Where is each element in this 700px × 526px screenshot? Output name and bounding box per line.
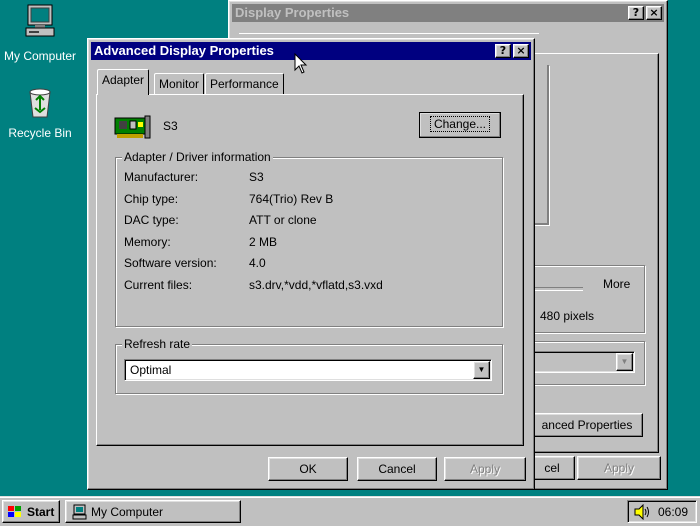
- resolution-slider-track[interactable]: [531, 287, 583, 291]
- close-button[interactable]: ×: [646, 6, 662, 20]
- my-computer-icon: [72, 504, 87, 520]
- adapter-name: S3: [163, 119, 178, 133]
- close-button[interactable]: ×: [513, 44, 529, 58]
- apply-button-bg[interactable]: Apply: [577, 456, 661, 480]
- help-button[interactable]: ?: [495, 44, 511, 58]
- resolution-text: 480 pixels: [540, 309, 595, 323]
- advanced-properties-button[interactable]: anced Properties: [531, 413, 643, 437]
- speaker-icon[interactable]: [633, 504, 651, 520]
- tab-adapter[interactable]: Adapter: [97, 69, 150, 95]
- adapter-card-icon: [114, 115, 151, 139]
- refresh-rate-group: Refresh rate Optimal ▼: [115, 337, 503, 394]
- clock[interactable]: 06:09: [658, 505, 688, 519]
- apply-button[interactable]: Apply: [444, 457, 526, 481]
- ok-button[interactable]: OK: [268, 457, 348, 481]
- driver-info-group: Adapter / Driver information Manufacture…: [115, 150, 503, 327]
- desktop-icon-my-computer[interactable]: My Computer: [0, 3, 80, 63]
- color-select[interactable]: ▼: [531, 351, 635, 373]
- cancel-button-bg[interactable]: cel: [529, 456, 575, 480]
- desktop-icon-label: Recycle Bin: [8, 126, 72, 140]
- group-title: Adapter / Driver information: [122, 150, 273, 164]
- my-computer-icon: [25, 4, 55, 37]
- start-button[interactable]: Start: [2, 500, 60, 523]
- cancel-button[interactable]: Cancel: [357, 457, 437, 481]
- help-button[interactable]: ?: [628, 6, 644, 20]
- taskbar-item-my-computer[interactable]: My Computer: [65, 500, 241, 523]
- chevron-down-icon[interactable]: ▼: [473, 361, 490, 379]
- group-title: Refresh rate: [122, 337, 193, 351]
- change-button[interactable]: Change...: [419, 112, 501, 138]
- mouse-cursor-icon: [294, 53, 308, 74]
- display-properties-titlebar[interactable]: Display Properties ? ×: [232, 4, 664, 22]
- window-title: Advanced Display Properties: [94, 43, 274, 58]
- tab-monitor[interactable]: Monitor: [154, 73, 205, 95]
- desktop-icon-recycle-bin[interactable]: Recycle Bin: [0, 86, 80, 140]
- recycle-bin-icon: [29, 88, 51, 118]
- windows-logo-icon: [8, 506, 21, 517]
- advanced-display-properties-window: Advanced Display Properties ? × Adapter …: [87, 38, 535, 490]
- window-title: Display Properties: [235, 5, 350, 20]
- desktop-icon-label: My Computer: [3, 49, 77, 63]
- chevron-down-icon[interactable]: ▼: [616, 353, 633, 371]
- more-label: More: [603, 277, 631, 291]
- refresh-rate-select[interactable]: Optimal ▼: [124, 359, 492, 381]
- advanced-titlebar[interactable]: Advanced Display Properties ? ×: [91, 42, 531, 60]
- adapter-panel: S3 Change... Adapter / Driver informatio…: [96, 94, 524, 446]
- refresh-rate-value: Optimal: [130, 363, 172, 377]
- tab-performance[interactable]: Performance: [205, 73, 284, 95]
- taskbar: Start My Computer 06:09: [0, 496, 700, 526]
- system-tray: 06:09: [627, 500, 697, 523]
